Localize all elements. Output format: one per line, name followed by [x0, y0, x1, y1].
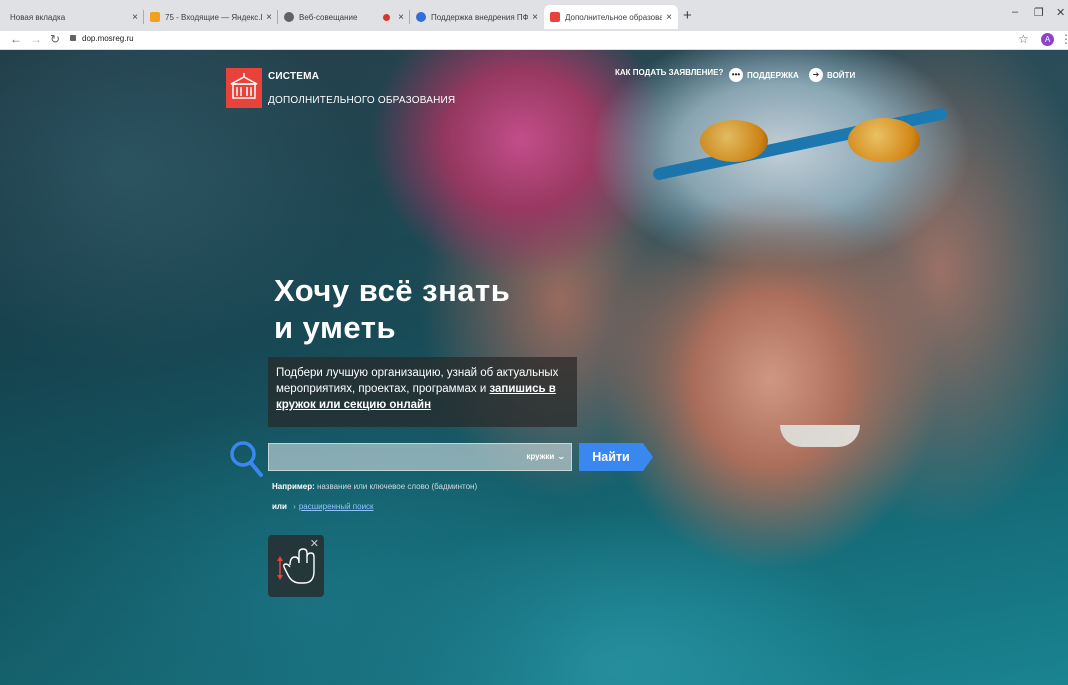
tab-close-icon[interactable]: ×	[666, 12, 672, 23]
login-arrow-icon: ➔	[809, 68, 823, 82]
search-example: Например: название или ключевое слово (б…	[272, 482, 477, 491]
or-label: или	[272, 502, 287, 511]
hero-subtitle: Подбери лучшую организацию, узнай об акт…	[268, 357, 577, 427]
example-text: название или ключевое слово (бадминтон)	[314, 482, 478, 491]
close-window-button[interactable]: ✕	[1056, 6, 1065, 19]
minimize-button[interactable]: –	[1012, 6, 1018, 18]
forward-arrow-icon[interactable]: →	[30, 32, 42, 46]
category-dropdown[interactable]: кружки ⌄	[526, 452, 567, 461]
tab-pfdod-support[interactable]: Поддержка внедрения ПФДОД ×	[410, 5, 544, 29]
page-viewport: СИСТЕМА ДОПОЛНИТЕЛЬНОГО ОБРАЗОВАНИЯ КАК …	[0, 50, 1068, 685]
tab-label: 75 - Входящие — Яндекс.Почта	[165, 12, 262, 22]
hero-title: Хочу всё знать и уметь	[274, 273, 511, 345]
restore-button[interactable]: ❐	[1034, 6, 1044, 19]
tab-label: Веб-совещание	[299, 12, 358, 22]
how-to-apply-label: КАК ПОДАТЬ ЗАЯВЛЕНИЕ?	[615, 68, 724, 77]
tab-close-icon[interactable]: ×	[398, 12, 404, 23]
address-bar: ← → ↻ dop.mosreg.ru ☆ A ⋮	[0, 31, 1068, 50]
mail-favicon-icon	[150, 12, 160, 22]
login-link[interactable]: ➔ ВОЙТИ	[809, 68, 855, 82]
reload-icon[interactable]: ↻	[50, 32, 60, 46]
recording-icon	[383, 13, 391, 21]
login-label: ВОЙТИ	[827, 70, 856, 80]
support-link[interactable]: ••• ПОДДЕРЖКА	[729, 68, 799, 82]
chevron-down-icon: ⌄	[556, 452, 567, 461]
tab-label: Новая вкладка	[10, 12, 66, 22]
bookmark-star-icon[interactable]: ☆	[1018, 32, 1029, 46]
tab-new-tab[interactable]: Новая вкладка ×	[4, 5, 144, 29]
browser-menu-icon[interactable]: ⋮	[1060, 32, 1068, 46]
tab-web-meeting[interactable]: Веб-совещание ×	[278, 5, 410, 29]
tab-close-icon[interactable]: ×	[266, 12, 272, 23]
tab-yandex-mail[interactable]: 75 - Входящие — Яндекс.Почта ×	[144, 5, 278, 29]
profile-avatar[interactable]: A	[1041, 33, 1054, 46]
site-logo[interactable]	[226, 68, 262, 108]
tab-label: Дополнительное образование	[565, 12, 663, 22]
building-icon	[230, 73, 258, 99]
browser-tab-bar: Новая вкладка × 75 - Входящие — Яндекс.П…	[0, 0, 1068, 31]
search-icon[interactable]	[228, 439, 264, 479]
example-label: Например:	[272, 482, 315, 491]
search-field[interactable]: кружки ⌄	[268, 443, 572, 472]
chevron-right-icon: ›	[293, 502, 296, 511]
url-field[interactable]: dop.mosreg.ru	[82, 34, 134, 43]
logo-title-line2[interactable]: ДОПОЛНИТЕЛЬНОГО ОБРАЗОВАНИЯ	[268, 95, 455, 106]
tab-close-icon[interactable]: ×	[532, 12, 538, 23]
search-input[interactable]	[269, 444, 517, 472]
logo-title-line1[interactable]: СИСТЕМА	[268, 71, 319, 82]
find-button-arrow[interactable]	[643, 443, 653, 471]
tab-dop-education[interactable]: Дополнительное образование ×	[544, 5, 678, 29]
find-button[interactable]: Найти	[579, 443, 643, 471]
advanced-search-row: или › расширенный поиск	[272, 502, 374, 511]
lock-icon[interactable]	[70, 35, 76, 41]
category-selected: кружки	[526, 452, 555, 461]
advanced-search-link[interactable]: расширенный поиск	[299, 502, 374, 511]
support-label: ПОДДЕРЖКА	[747, 70, 799, 80]
chat-icon: •••	[729, 68, 743, 82]
how-to-apply-link[interactable]: КАК ПОДАТЬ ЗАЯВЛЕНИЕ?	[615, 68, 723, 77]
close-icon[interactable]: ✕	[310, 537, 319, 550]
tab-label: Поддержка внедрения ПФДОД	[431, 12, 529, 22]
site-favicon-icon	[550, 12, 560, 22]
support-favicon-icon	[416, 12, 426, 22]
globe-favicon-icon	[284, 12, 294, 22]
scroll-gesture-hint: ✕	[268, 535, 324, 597]
back-arrow-icon[interactable]: ←	[10, 32, 22, 46]
new-tab-button[interactable]: +	[683, 7, 692, 24]
tab-close-icon[interactable]: ×	[132, 12, 138, 23]
